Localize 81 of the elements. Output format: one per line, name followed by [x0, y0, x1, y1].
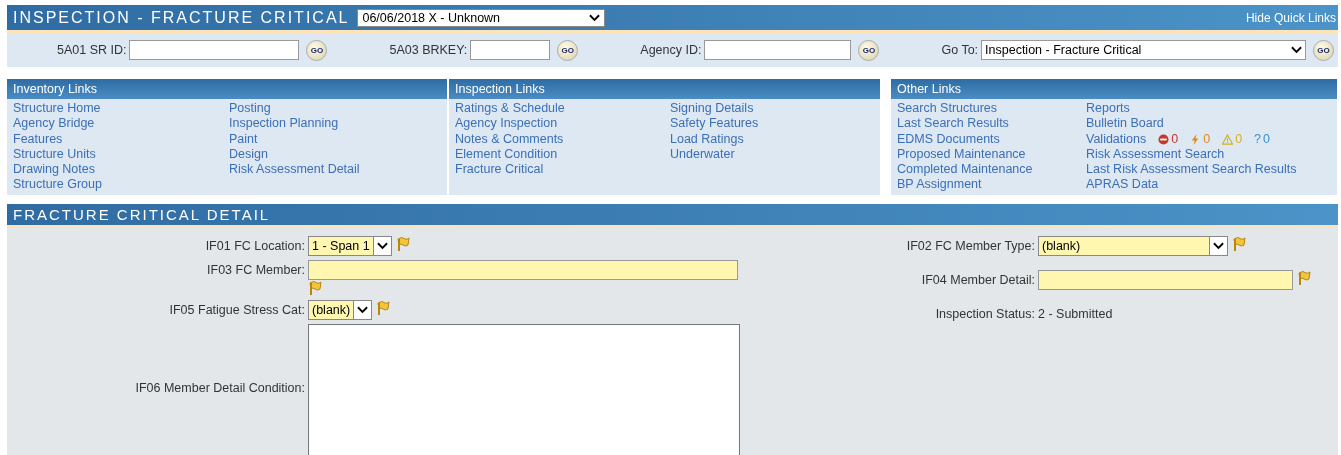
quick-link[interactable]: Risk Assessment Search	[1086, 146, 1297, 163]
section-title: FRACTURE CRITICAL DETAIL	[13, 206, 271, 223]
input-field[interactable]	[308, 260, 738, 280]
quick-link[interactable]: Proposed Maintenance	[897, 146, 1086, 163]
input-field[interactable]	[704, 40, 852, 60]
quick-link[interactable]: BP Assignment	[897, 177, 1086, 193]
field-label: 5A03 BRKEY:	[389, 43, 468, 57]
quick-link[interactable]: Last Search Results	[897, 116, 1086, 132]
input-field[interactable]	[1038, 270, 1293, 290]
flag-icon[interactable]	[308, 280, 322, 296]
quick-link[interactable]: Ratings & Schedule	[455, 101, 670, 117]
select-field[interactable]: (blank)	[1038, 236, 1228, 256]
question-mark: ?	[1254, 131, 1262, 147]
field-label: IF01 FC Location:	[204, 238, 306, 255]
quick-link[interactable]: Notes & Comments	[455, 131, 670, 147]
quick-link[interactable]: Design	[229, 146, 360, 163]
flag-icon[interactable]	[1232, 236, 1246, 252]
quick-link[interactable]: Agency Bridge	[13, 116, 229, 132]
quick-link[interactable]: Agency Inspection	[455, 116, 670, 132]
select-field[interactable]: 1 - Span 1	[308, 236, 392, 256]
quick-link[interactable]: Structure Group	[13, 177, 229, 193]
validation-count: 0	[1171, 131, 1179, 147]
hide-quick-links-link[interactable]: Hide Quick Links	[1245, 10, 1336, 25]
flag-icon[interactable]	[376, 300, 391, 316]
field-label: Go To:	[941, 43, 979, 57]
field-label: Inspection Status:	[934, 306, 1036, 323]
panel-header: Inspection Links	[449, 79, 880, 99]
quick-link[interactable]: Search Structures	[897, 101, 1086, 117]
input-field[interactable]	[129, 40, 300, 60]
field-label: Agency ID:	[640, 43, 702, 57]
validation-count: 0	[1235, 131, 1243, 147]
go-button[interactable]: GO	[557, 39, 579, 61]
chevron-icon	[1291, 46, 1303, 54]
field-label: IF04 Member Detail:	[920, 272, 1036, 289]
field-label: IF06 Member Detail Condition:	[134, 380, 306, 397]
quick-link[interactable]: Underwater	[670, 146, 759, 163]
quick-link[interactable]: Paint	[229, 131, 360, 147]
goto-select[interactable]: Inspection - Fracture Critical	[981, 40, 1307, 60]
field-label: IF02 FC Member Type:	[905, 238, 1036, 255]
chevron-icon	[589, 13, 601, 22]
validations-link[interactable]: Validations	[1086, 131, 1147, 147]
chevron-icon	[357, 306, 369, 314]
quick-link[interactable]: Safety Features	[670, 116, 759, 132]
page-title: INSPECTION - FRACTURE CRITICAL	[13, 8, 350, 27]
field-label: IF03 FC Member:	[206, 262, 306, 279]
go-button[interactable]: GO	[1313, 39, 1335, 61]
quick-link[interactable]: Drawing Notes	[13, 162, 229, 178]
panel-header: Other Links	[891, 79, 1337, 99]
quick-link[interactable]: Bulletin Board	[1086, 116, 1297, 132]
flag-icon[interactable]	[1297, 270, 1311, 286]
field-label: 5A01 SR ID:	[57, 43, 127, 57]
flag-icon[interactable]	[395, 236, 410, 252]
chevron-icon	[1213, 242, 1224, 250]
quick-link[interactable]: EDMS Documents	[897, 131, 1086, 147]
quick-link[interactable]: APRAS Data	[1086, 177, 1297, 193]
validation-count: 0	[1263, 131, 1270, 147]
quick-link[interactable]: Structure Home	[13, 101, 229, 117]
quick-link[interactable]: Element Condition	[455, 146, 670, 163]
quick-link[interactable]: Reports	[1086, 101, 1297, 117]
field-label: IF05 Fatigue Stress Cat:	[168, 302, 306, 319]
go-button[interactable]: GO	[306, 39, 328, 61]
quick-link[interactable]: Inspection Planning	[229, 116, 360, 132]
panel-header: Inventory Links	[7, 79, 447, 99]
select-field[interactable]: (blank)	[308, 300, 373, 320]
validation-count: 0	[1203, 131, 1211, 147]
quick-link[interactable]: Last Risk Assessment Search Results	[1086, 162, 1297, 178]
input-field[interactable]	[470, 40, 551, 60]
quick-link[interactable]: Load Ratings	[670, 131, 759, 147]
warning-icon	[1222, 133, 1234, 145]
inspection-select[interactable]: 06/06/2018 X - Unknown	[357, 8, 606, 27]
quick-link[interactable]: Features	[13, 131, 229, 147]
stop-icon	[1158, 133, 1170, 145]
quick-link[interactable]: Risk Assessment Detail	[229, 162, 360, 178]
go-button[interactable]: GO	[858, 39, 880, 61]
quick-link[interactable]: Signing Details	[670, 101, 759, 117]
quick-link[interactable]: Completed Maintenance	[897, 162, 1086, 178]
chevron-icon	[376, 242, 388, 250]
quick-link[interactable]: Fracture Critical	[455, 162, 670, 178]
quick-link[interactable]: Structure Units	[13, 146, 229, 163]
quick-link[interactable]: Posting	[229, 101, 360, 117]
field-value: 2 - Submitted	[1038, 306, 1113, 323]
